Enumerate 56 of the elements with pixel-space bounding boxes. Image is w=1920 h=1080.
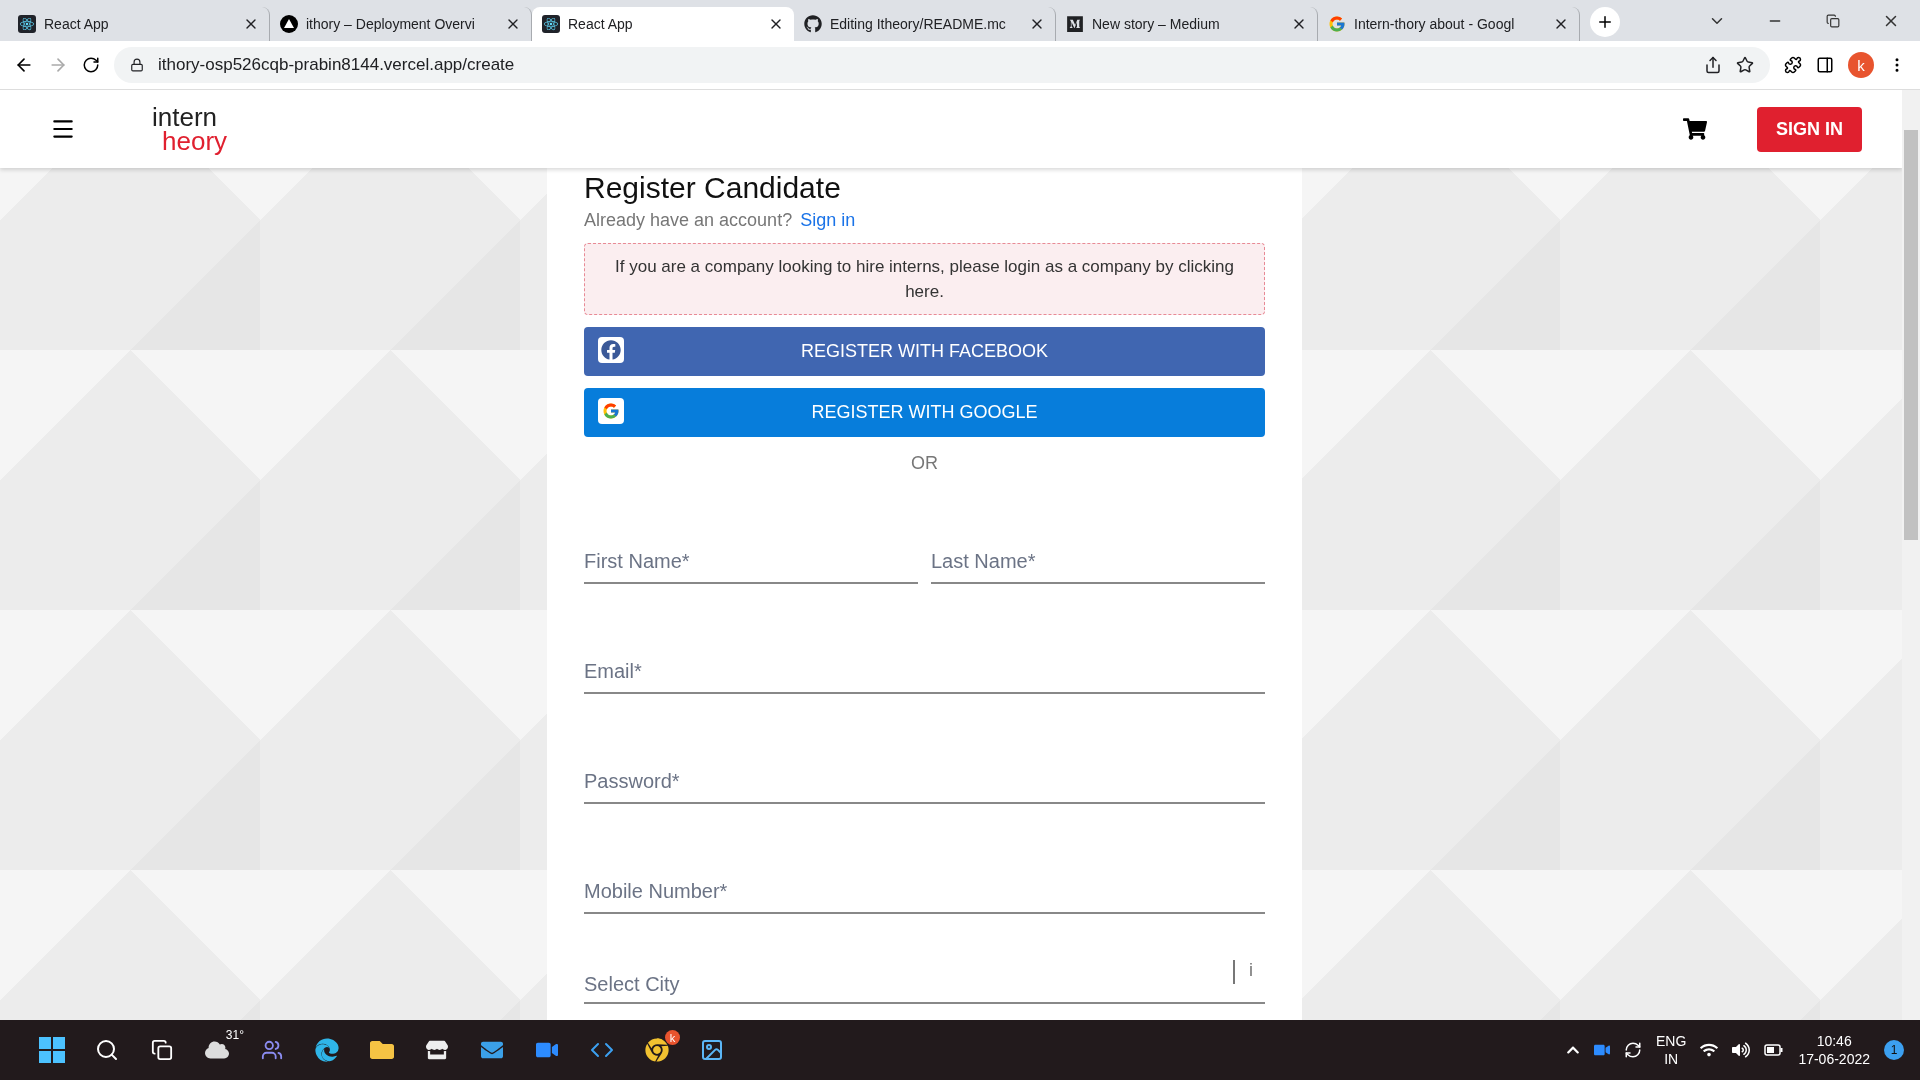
side-panel-icon[interactable] xyxy=(1816,56,1834,74)
notification-badge[interactable]: 1 xyxy=(1884,1040,1904,1060)
profile-avatar[interactable]: k xyxy=(1848,52,1874,78)
battery-icon[interactable] xyxy=(1764,1043,1785,1057)
or-divider: OR xyxy=(910,453,939,474)
language-indicator[interactable]: ENG IN xyxy=(1656,1032,1687,1068)
input-field[interactable]: Last Name* xyxy=(931,544,1265,584)
input-field[interactable]: Mobile Number* xyxy=(584,874,1265,914)
input-field[interactable]: First Name* xyxy=(584,544,918,584)
logo[interactable]: intern heory xyxy=(152,105,228,153)
chrome-badge: k xyxy=(665,1030,680,1045)
city-select[interactable]: Select City i xyxy=(584,960,1265,1004)
google-register-button[interactable]: REGISTER WITH GOOGLE xyxy=(584,388,1265,437)
folder-icon[interactable] xyxy=(369,1038,394,1062)
plus-icon xyxy=(1596,13,1614,31)
address-bar[interactable]: ithory-osp526cqb-prabin8144.vercel.app/create xyxy=(114,47,1770,83)
mail-icon[interactable] xyxy=(480,1039,503,1061)
input-field[interactable]: Email* xyxy=(584,654,1265,694)
input-field[interactable]: Password* xyxy=(584,764,1265,804)
google-icon xyxy=(1328,15,1346,33)
extensions-icon[interactable] xyxy=(1784,56,1802,74)
facebook-register-button[interactable]: REGISTER WITH FACEBOOK xyxy=(584,327,1265,376)
facebook-icon xyxy=(598,337,624,363)
volume-icon[interactable] xyxy=(1732,1041,1751,1059)
chat-icon[interactable] xyxy=(260,1039,283,1061)
browser-tab[interactable]: React App xyxy=(532,7,794,41)
store-icon[interactable] xyxy=(425,1039,448,1061)
google-icon xyxy=(598,398,624,424)
sign-in-button[interactable]: SIGN IN xyxy=(1757,106,1862,152)
form-title: Register Candidate xyxy=(584,170,842,206)
task-view-icon[interactable] xyxy=(150,1039,173,1061)
cart-icon[interactable] xyxy=(1683,117,1707,141)
url-text: ithory-osp526cqb-prabin8144.vercel.app/create xyxy=(158,55,516,75)
sign-in-link[interactable]: Sign in xyxy=(800,210,856,231)
edge-icon[interactable] xyxy=(314,1038,339,1062)
restore-icon[interactable] xyxy=(1826,13,1840,28)
windows-icon[interactable] xyxy=(38,1037,65,1063)
medium-icon xyxy=(1066,15,1084,33)
share-icon[interactable] xyxy=(1704,56,1722,74)
video-icon[interactable] xyxy=(1594,1042,1611,1058)
company-notice: If you are a company looking to hire interns, please login as a company by clicking here. xyxy=(584,243,1265,315)
github-icon xyxy=(804,15,822,33)
photos-icon[interactable] xyxy=(699,1038,724,1062)
temperature-text: 31° xyxy=(225,1028,244,1042)
search-icon[interactable] xyxy=(94,1038,119,1062)
bookmark-icon[interactable] xyxy=(1736,56,1754,74)
reload-icon[interactable] xyxy=(82,56,100,74)
clock[interactable]: 10:46 17-06-2022 xyxy=(1798,1032,1870,1068)
react-icon xyxy=(18,15,36,33)
wifi-icon[interactable] xyxy=(1700,1041,1719,1059)
sync-icon[interactable] xyxy=(1624,1041,1643,1059)
react-icon xyxy=(542,15,560,33)
lock-icon xyxy=(130,58,144,72)
chrome-icon[interactable] xyxy=(644,1038,669,1062)
account-prompt: Already have an account? xyxy=(584,210,793,231)
new-tab-button[interactable] xyxy=(1590,7,1620,37)
